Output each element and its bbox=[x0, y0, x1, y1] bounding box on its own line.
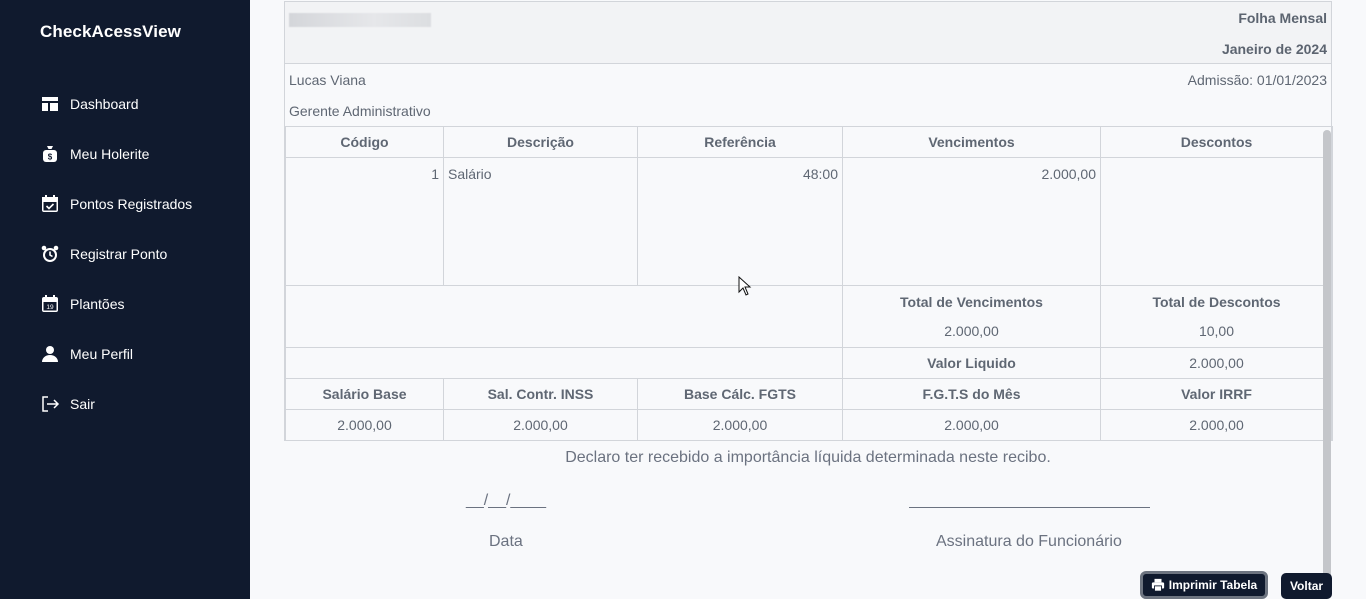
payslip-title: Folha Mensal bbox=[1238, 10, 1327, 26]
item-codigo: 1 bbox=[285, 157, 444, 286]
base-value-salario: 2.000,00 bbox=[285, 409, 444, 441]
sidebar-item-pontos-registrados[interactable]: Pontos Registrados bbox=[0, 179, 250, 229]
svg-text:$: $ bbox=[48, 153, 53, 162]
base-value-inss: 2.000,00 bbox=[443, 409, 638, 441]
sidebar-item-registrar-ponto[interactable]: Registrar Ponto bbox=[0, 229, 250, 279]
column-header-descricao: Descrição bbox=[443, 126, 638, 158]
admission-date: Admissão: 01/01/2023 bbox=[1187, 72, 1327, 88]
user-icon bbox=[40, 344, 60, 364]
sidebar-item-label: Pontos Registrados bbox=[70, 196, 193, 212]
sidebar-item-label: Registrar Ponto bbox=[70, 246, 168, 262]
total-descontos-label: Total de Descontos bbox=[1152, 294, 1281, 310]
date-label: Data bbox=[489, 533, 523, 550]
bases-value-row: 2.000,00 2.000,00 2.000,00 2.000,00 2.00… bbox=[285, 409, 1333, 441]
total-descontos-value: 10,00 bbox=[1198, 323, 1235, 339]
net-value-label: Valor Liquido bbox=[842, 347, 1101, 379]
payslip-table: Código Descrição Referência Vencimentos … bbox=[285, 126, 1333, 441]
sidebar-item-label: Sair bbox=[70, 396, 95, 412]
sidebar-item-plantoes[interactable]: 19 Plantões bbox=[0, 279, 250, 329]
calendar-check-icon bbox=[40, 194, 60, 214]
employee-name: Lucas Viana bbox=[289, 72, 366, 88]
base-value-irrf: 2.000,00 bbox=[1100, 409, 1333, 441]
sidebar-item-label: Plantões bbox=[70, 296, 125, 312]
calendar-day-icon: 19 bbox=[40, 294, 60, 314]
sidebar-item-label: Meu Holerite bbox=[70, 146, 150, 162]
sidebar-item-label: Dashboard bbox=[70, 96, 139, 112]
column-header-vencimentos: Vencimentos bbox=[842, 126, 1101, 158]
base-value-fgts: 2.000,00 bbox=[637, 409, 843, 441]
signature-line bbox=[909, 507, 1150, 508]
dashboard-icon bbox=[40, 94, 60, 114]
sidebar: CheckAcessView Dashboard $ Meu Holerite … bbox=[0, 0, 250, 599]
alarm-clock-icon bbox=[40, 244, 60, 264]
employee-role: Gerente Administrativo bbox=[289, 103, 431, 119]
logout-icon bbox=[40, 394, 60, 414]
totals-spacer bbox=[285, 285, 843, 348]
column-header-referencia: Referência bbox=[637, 126, 843, 158]
column-header-descontos: Descontos bbox=[1100, 126, 1333, 158]
sidebar-item-label: Meu Perfil bbox=[70, 346, 134, 362]
main-content: Folha Mensal Janeiro de 2024 Lucas Viana… bbox=[250, 0, 1366, 599]
base-header-inss: Sal. Contr. INSS bbox=[443, 378, 638, 410]
net-spacer bbox=[285, 347, 843, 379]
total-vencimentos-cell: Total de Vencimentos 2.000,00 bbox=[842, 285, 1101, 348]
totals-row: Total de Vencimentos 2.000,00 Total de D… bbox=[285, 285, 1333, 348]
company-name-redacted bbox=[289, 13, 431, 27]
payslip-document: Folha Mensal Janeiro de 2024 Lucas Viana… bbox=[284, 1, 1333, 441]
print-table-button[interactable]: Imprimir Tabela bbox=[1140, 571, 1268, 599]
print-table-label: Imprimir Tabela bbox=[1168, 578, 1258, 592]
employee-info: Lucas Viana Admissão: 01/01/2023 Gerente… bbox=[285, 64, 1331, 126]
sidebar-nav: Dashboard $ Meu Holerite Pontos Registra… bbox=[0, 79, 250, 429]
base-value-fgts-mes: 2.000,00 bbox=[842, 409, 1101, 441]
printer-icon bbox=[1151, 578, 1164, 592]
declaration-text: Declaro ter recebido a importância líqui… bbox=[565, 449, 1051, 466]
base-header-fgts-mes: F.G.T.S do Mês bbox=[842, 378, 1101, 410]
item-descricao: Salário bbox=[443, 157, 638, 286]
column-header-codigo: Código bbox=[285, 126, 444, 158]
item-vencimentos: 2.000,00 bbox=[842, 157, 1101, 286]
base-header-fgts: Base Cálc. FGTS bbox=[637, 378, 843, 410]
bases-header-row: Salário Base Sal. Contr. INSS Base Cálc.… bbox=[285, 378, 1333, 410]
total-vencimentos-label: Total de Vencimentos bbox=[900, 294, 1043, 310]
payslip-period: Janeiro de 2024 bbox=[1221, 41, 1327, 57]
base-header-salario: Salário Base bbox=[285, 378, 444, 410]
sidebar-item-sair[interactable]: Sair bbox=[0, 379, 250, 429]
back-label: Voltar bbox=[1289, 579, 1324, 593]
item-descontos bbox=[1100, 157, 1333, 286]
sidebar-item-dashboard[interactable]: Dashboard bbox=[0, 79, 250, 129]
back-button[interactable]: Voltar bbox=[1281, 573, 1332, 599]
table-row: 1 Salário 48:00 2.000,00 bbox=[285, 157, 1333, 286]
total-descontos-cell: Total de Descontos 10,00 bbox=[1100, 285, 1333, 348]
net-value: 2.000,00 bbox=[1100, 347, 1333, 379]
item-referencia: 48:00 bbox=[637, 157, 843, 286]
sidebar-item-meu-perfil[interactable]: Meu Perfil bbox=[0, 329, 250, 379]
payslip-header: Folha Mensal Janeiro de 2024 bbox=[285, 1, 1331, 64]
sidebar-item-meu-holerite[interactable]: $ Meu Holerite bbox=[0, 129, 250, 179]
signature-label: Assinatura do Funcionário bbox=[936, 533, 1122, 550]
app-brand: CheckAcessView bbox=[40, 22, 181, 41]
base-header-irrf: Valor IRRF bbox=[1100, 378, 1333, 410]
date-placeholder: __/__/____ bbox=[466, 492, 547, 509]
money-bag-icon: $ bbox=[40, 144, 60, 164]
scrollbar[interactable] bbox=[1323, 130, 1331, 599]
total-vencimentos-value: 2.000,00 bbox=[944, 323, 999, 339]
net-value-row: Valor Liquido 2.000,00 bbox=[285, 347, 1333, 379]
svg-text:19: 19 bbox=[46, 304, 54, 311]
mouse-cursor-icon bbox=[738, 276, 752, 296]
